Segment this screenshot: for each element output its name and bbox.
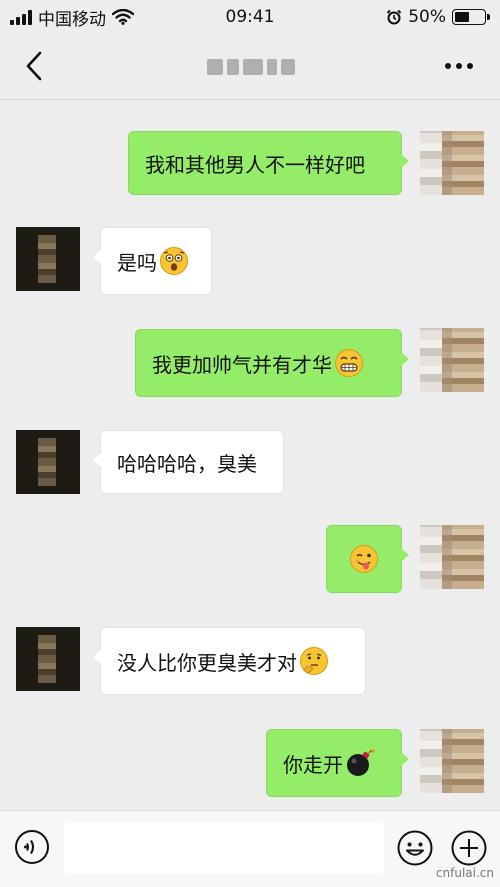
contact-avatar[interactable] xyxy=(16,627,80,691)
my-avatar[interactable] xyxy=(420,729,484,793)
alarm-icon xyxy=(386,9,402,25)
my-message-bubble[interactable]: 你走开 xyxy=(266,729,409,797)
contact-avatar[interactable] xyxy=(16,227,80,291)
status-bar: 中国移动 09:41 50% xyxy=(0,0,500,34)
contact-message-bubble[interactable]: 哈哈哈哈，臭美 xyxy=(93,430,284,494)
chat-title-blurred xyxy=(205,56,297,78)
contact-avatar[interactable] xyxy=(16,430,80,494)
grinning-teeth-face-icon xyxy=(335,349,363,377)
status-left: 中国移动 xyxy=(10,5,134,30)
my-avatar[interactable] xyxy=(420,328,484,392)
more-options-button[interactable] xyxy=(442,60,476,72)
input-bar xyxy=(0,810,500,887)
message-text: 我和其他男人不一样好吧 xyxy=(145,152,365,177)
contact-message-bubble[interactable]: 是吗 xyxy=(93,227,212,295)
chat-header xyxy=(0,34,500,100)
message-input[interactable] xyxy=(64,822,384,874)
my-avatar[interactable] xyxy=(420,131,484,195)
bomb-icon xyxy=(347,749,375,776)
voice-icon[interactable] xyxy=(14,829,50,865)
watermark: cnfulai.cn xyxy=(435,866,494,880)
battery-percent: 50% xyxy=(408,7,446,27)
astonished-face-icon xyxy=(160,247,188,275)
contact-message-bubble[interactable]: 没人比你更臭美才对 xyxy=(93,627,366,695)
my-message-bubble[interactable]: 我更加帅气并有才华 xyxy=(135,329,409,397)
tongue-wink-face-icon xyxy=(350,545,378,573)
signal-icon xyxy=(10,9,32,25)
message-text: 我更加帅气并有才华 xyxy=(152,352,332,377)
my-message-bubble[interactable] xyxy=(326,525,409,593)
my-avatar[interactable] xyxy=(420,525,484,589)
message-text: 你走开 xyxy=(283,752,343,777)
thinking-face-icon xyxy=(300,647,328,675)
status-right: 50% xyxy=(386,7,490,27)
message-text: 哈哈哈哈，臭美 xyxy=(117,451,257,476)
message-text: 是吗 xyxy=(117,250,157,275)
ellipsis-icon xyxy=(445,63,451,69)
wifi-icon xyxy=(112,9,134,25)
message-text: 没人比你更臭美才对 xyxy=(117,650,297,675)
battery-icon xyxy=(452,9,490,25)
smile-icon[interactable] xyxy=(396,829,434,867)
carrier-name: 中国移动 xyxy=(38,9,106,30)
my-message-bubble[interactable]: 我和其他男人不一样好吧 xyxy=(128,131,409,195)
chevron-left-icon[interactable] xyxy=(18,48,54,84)
plus-icon[interactable] xyxy=(450,829,488,867)
